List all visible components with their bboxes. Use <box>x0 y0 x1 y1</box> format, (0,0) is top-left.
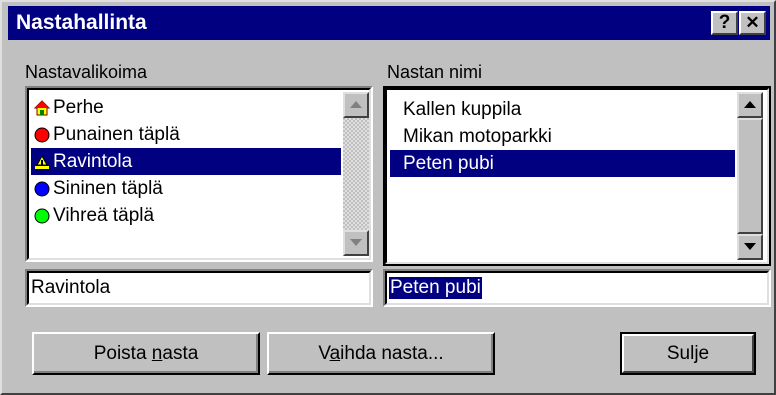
list-item[interactable]: Vihreä täplä <box>31 202 341 229</box>
house-icon <box>34 100 50 116</box>
arrow-down-icon <box>350 239 362 246</box>
restaurant-icon <box>35 154 49 169</box>
scroll-thumb[interactable] <box>737 118 763 234</box>
pin-library-scrollbar[interactable] <box>343 92 369 256</box>
list-item[interactable]: Mikan motoparkki <box>390 123 735 150</box>
list-item[interactable]: Perhe <box>31 94 341 121</box>
scroll-down-button[interactable] <box>737 234 763 260</box>
window-title: Nastahallinta <box>16 11 147 34</box>
pin-type-value: Ravintola <box>31 277 111 298</box>
pin-name-field[interactable]: Peten pubi <box>383 269 771 307</box>
red-dot-icon <box>34 127 50 143</box>
help-button[interactable]: ? <box>711 11 738 35</box>
scroll-down-button[interactable] <box>343 230 369 256</box>
arrow-down-icon <box>744 243 756 250</box>
pin-type-field[interactable]: Ravintola <box>25 269 373 307</box>
list-item-selected[interactable]: Ravintola <box>31 148 341 175</box>
pin-name-value: Peten pubi <box>389 277 482 299</box>
arrow-up-icon <box>350 101 362 108</box>
pin-library-label: Nastavalikoima <box>25 62 148 82</box>
arrow-up-icon <box>744 101 756 108</box>
title-bar[interactable]: Nastahallinta ? ✕ <box>8 6 770 40</box>
scroll-up-button[interactable] <box>343 92 369 118</box>
pin-name-label: Nastan nimi <box>387 62 483 82</box>
scroll-up-button[interactable] <box>737 92 763 118</box>
pin-manager-dialog: Nastahallinta ? ✕ Nastavalikoima Perhe P… <box>0 0 776 395</box>
pin-library-list[interactable]: Perhe Punainen täplä Ravintola Sininen t… <box>25 86 373 262</box>
pin-name-list[interactable]: Kallen kuppila Mikan motoparkki Peten pu… <box>383 86 771 266</box>
blue-dot-icon <box>34 181 50 197</box>
close-dialog-button[interactable]: Sulje <box>620 332 756 375</box>
delete-pin-button[interactable]: Poista nasta <box>32 332 260 375</box>
list-item-selected[interactable]: Peten pubi <box>390 150 735 177</box>
list-item[interactable]: Punainen täplä <box>31 121 341 148</box>
pin-name-scrollbar[interactable] <box>737 92 763 260</box>
close-button[interactable]: ✕ <box>739 11 766 35</box>
list-item[interactable]: Sininen täplä <box>31 175 341 202</box>
green-dot-icon <box>34 208 50 224</box>
list-item[interactable]: Kallen kuppila <box>390 96 735 123</box>
change-pin-button[interactable]: Vaihda nasta... <box>267 332 495 375</box>
